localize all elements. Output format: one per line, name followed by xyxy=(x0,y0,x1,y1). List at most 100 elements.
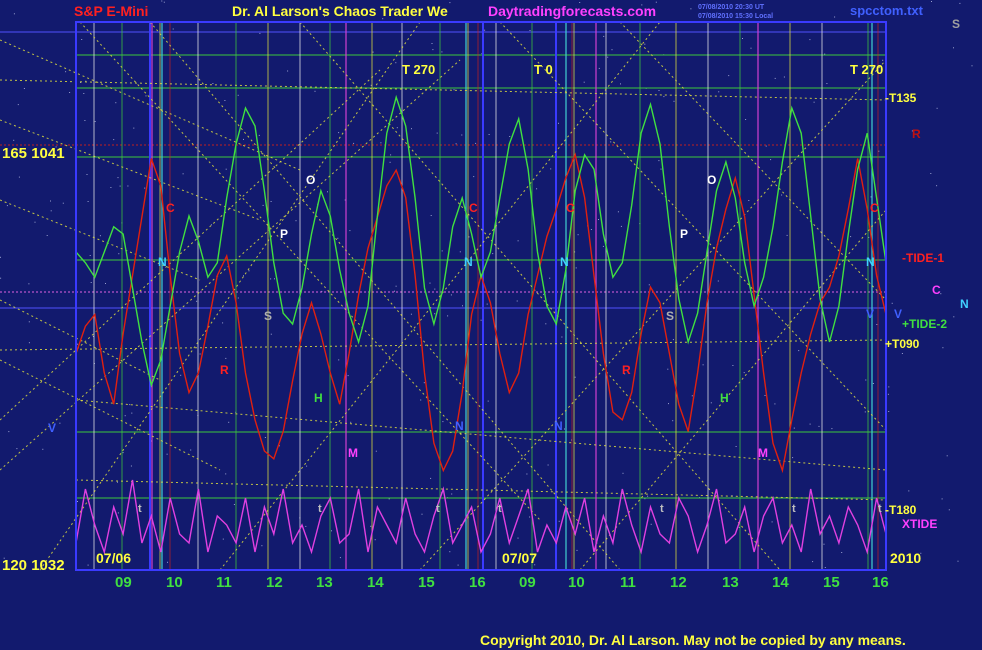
star-dot xyxy=(658,90,660,91)
star-dot xyxy=(431,43,433,44)
star-dot xyxy=(558,122,559,124)
star-dot xyxy=(131,412,133,414)
star-dot xyxy=(620,225,622,227)
star-dot xyxy=(258,134,260,136)
star-dot xyxy=(69,92,71,93)
star-dot xyxy=(660,168,662,170)
star-dot xyxy=(233,504,235,505)
event-letter: H xyxy=(314,391,323,405)
star-dot xyxy=(930,173,932,174)
year-label: 2010 xyxy=(890,550,921,566)
star-dot xyxy=(270,201,272,202)
x-tick-label: 10 xyxy=(166,574,183,591)
star-dot xyxy=(673,100,675,102)
star-dot xyxy=(13,139,15,141)
star-dot xyxy=(728,75,730,77)
star-dot xyxy=(607,56,609,58)
star-dot xyxy=(423,382,425,384)
symbol-label: S&P E-Mini xyxy=(74,3,148,19)
x-tick-label: 13 xyxy=(316,574,333,591)
small-t-marker: t xyxy=(436,503,440,515)
star-dot xyxy=(748,200,750,201)
event-letter: C xyxy=(870,201,879,215)
star-dot xyxy=(389,161,391,163)
star-dot xyxy=(110,187,112,188)
star-dot xyxy=(774,403,776,405)
star-dot xyxy=(547,464,549,466)
star-dot xyxy=(212,83,214,84)
star-dot xyxy=(375,450,377,452)
star-dot xyxy=(598,219,599,220)
star-dot xyxy=(87,201,89,202)
star-dot xyxy=(115,102,117,104)
x-tick-label: 15 xyxy=(418,574,435,591)
star-dot xyxy=(84,120,86,121)
price-bottom-label: 120 1032 xyxy=(2,557,65,574)
star-dot xyxy=(834,16,836,18)
star-dot xyxy=(793,427,795,429)
star-dot xyxy=(824,567,826,568)
star-dot xyxy=(0,256,1,258)
right-label-xtide: XTIDE xyxy=(902,517,937,531)
star-dot xyxy=(617,211,619,213)
right-label-t090: +T090 xyxy=(885,337,920,351)
right-label-c: C xyxy=(932,283,941,297)
star-dot xyxy=(936,185,938,187)
star-dot xyxy=(850,236,852,238)
timestamp-ut: 07/08/2010 20:30 UT xyxy=(698,4,765,11)
chaos-trader-chart: S&P E-Mini Dr. Al Larson's Chaos Trader … xyxy=(0,0,982,650)
star-dot xyxy=(34,221,36,223)
star-dot xyxy=(590,229,592,230)
star-dot xyxy=(611,49,613,51)
star-dot xyxy=(455,143,457,145)
star-dot xyxy=(441,51,443,53)
event-letter: N xyxy=(560,255,569,269)
star-dot xyxy=(225,473,227,475)
star-dot xyxy=(953,47,954,49)
star-dot xyxy=(118,253,120,255)
star-dot xyxy=(668,403,669,405)
star-dot xyxy=(113,139,115,141)
x-tick-label: 09 xyxy=(519,574,536,591)
star-dot xyxy=(786,234,788,236)
star-dot xyxy=(529,516,531,518)
star-dot xyxy=(16,448,18,450)
star-dot xyxy=(449,2,451,4)
time-marker-label: T 0 xyxy=(534,62,553,77)
star-dot xyxy=(144,187,146,189)
star-dot xyxy=(558,520,560,522)
star-dot xyxy=(180,374,182,376)
star-dot xyxy=(743,372,745,374)
star-dot xyxy=(545,323,547,325)
star-dot xyxy=(550,168,552,170)
star-dot xyxy=(18,176,20,178)
star-dot xyxy=(598,67,600,69)
x-tick-label: 13 xyxy=(722,574,739,591)
star-dot xyxy=(809,423,811,425)
event-letter: M xyxy=(758,446,768,460)
small-t-marker: t xyxy=(660,503,664,515)
star-dot xyxy=(957,560,959,562)
star-dot xyxy=(647,495,649,497)
star-dot xyxy=(388,498,390,500)
star-dot xyxy=(411,128,412,130)
right-label-tide2: +TIDE-2 xyxy=(902,317,947,331)
star-dot xyxy=(28,283,30,285)
star-dot xyxy=(459,251,461,253)
star-dot xyxy=(517,537,519,539)
star-dot xyxy=(610,141,612,143)
timestamp-local: 07/08/2010 15:30 Local xyxy=(698,13,773,20)
star-dot xyxy=(473,176,475,178)
star-dot xyxy=(172,28,174,30)
star-dot xyxy=(222,322,224,324)
star-dot xyxy=(225,357,227,359)
star-dot xyxy=(564,428,565,430)
star-dot xyxy=(953,316,955,318)
star-dot xyxy=(577,234,579,236)
star-dot xyxy=(429,282,431,284)
star-dot xyxy=(488,134,490,135)
event-letter: N xyxy=(158,255,167,269)
star-dot xyxy=(129,404,131,406)
star-dot xyxy=(105,283,106,284)
star-dot xyxy=(774,77,776,79)
